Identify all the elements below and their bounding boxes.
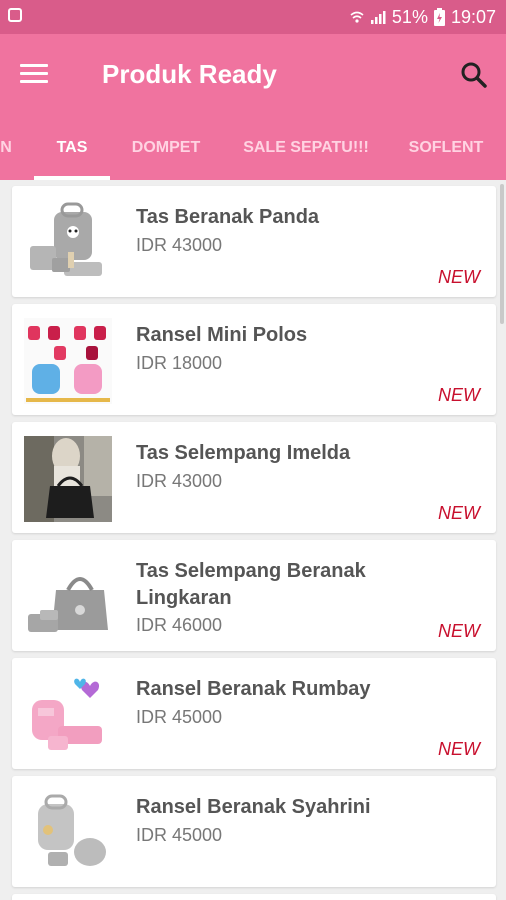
product-card-partial[interactable]	[12, 894, 496, 900]
product-image	[24, 318, 112, 404]
product-price: IDR 45000	[136, 707, 223, 727]
product-image	[24, 200, 112, 286]
new-badge: NEW	[438, 503, 480, 523]
page-title: Produk Ready	[102, 59, 277, 89]
product-name: Tas Beranak Panda	[136, 206, 320, 228]
new-badge: NEW	[438, 385, 480, 405]
battery-charging-icon	[433, 8, 445, 26]
tab-tas[interactable]: TAS	[34, 116, 110, 180]
product-card[interactable]: Ransel Beranak Syahrini IDR 45000	[12, 776, 496, 887]
notification-icon	[8, 8, 22, 22]
battery-percent: 51%	[391, 6, 428, 27]
product-image	[24, 790, 112, 876]
new-badge: NEW	[438, 739, 480, 759]
tab-dompet[interactable]: DOMPET	[124, 116, 208, 180]
wifi-icon	[350, 10, 364, 24]
product-name: Ransel Beranak Syahrini	[136, 796, 371, 818]
product-image	[24, 672, 112, 758]
product-price: IDR 46000	[136, 615, 223, 635]
product-name: Tas Selempang Beranak Lingkaran	[136, 560, 366, 609]
status-bar-right: 51% 19:07	[350, 6, 496, 28]
product-name: Ransel Mini Polos	[136, 324, 308, 346]
tab-sale-sepatu[interactable]: SALE SEPATU!!!	[236, 116, 376, 180]
product-price: IDR 18000	[136, 353, 223, 373]
app-bar: Produk Ready	[0, 34, 506, 116]
product-name: Ransel Beranak Rumbay	[136, 678, 371, 700]
new-badge: NEW	[438, 621, 480, 641]
product-card[interactable]: Tas Selempang Beranak Lingkaran IDR 4600…	[12, 540, 496, 651]
product-card[interactable]: Tas Selempang Imelda IDR 43000 NEW	[12, 422, 496, 533]
product-price: IDR 43000	[136, 235, 223, 255]
category-tabs: N TAS DOMPET SALE SEPATU!!! SOFLENT	[0, 116, 506, 180]
product-card[interactable]: Ransel Beranak Rumbay IDR 45000 NEW	[12, 658, 496, 769]
status-bar: 51% 19:07	[0, 0, 506, 34]
product-name: Tas Selempang Imelda	[136, 442, 351, 464]
tab-soflent[interactable]: SOFLENT	[400, 116, 492, 180]
status-time: 19:07	[450, 6, 496, 27]
product-price: IDR 43000	[136, 471, 223, 491]
product-image	[24, 554, 112, 640]
new-badge: NEW	[438, 267, 480, 287]
product-price: IDR 45000	[136, 825, 223, 845]
hamburger-menu-icon[interactable]	[20, 64, 48, 84]
tab-partial[interactable]: N	[0, 116, 14, 180]
product-card[interactable]: Tas Beranak Panda IDR 43000 NEW	[12, 186, 496, 297]
search-icon[interactable]	[460, 61, 488, 89]
product-list: Tas Beranak Panda IDR 43000 NEW Ransel M…	[0, 180, 506, 900]
scrollbar[interactable]	[500, 184, 504, 324]
signal-icon	[370, 9, 386, 25]
product-image	[24, 436, 112, 522]
product-card[interactable]: Ransel Mini Polos IDR 18000 NEW	[12, 304, 496, 415]
